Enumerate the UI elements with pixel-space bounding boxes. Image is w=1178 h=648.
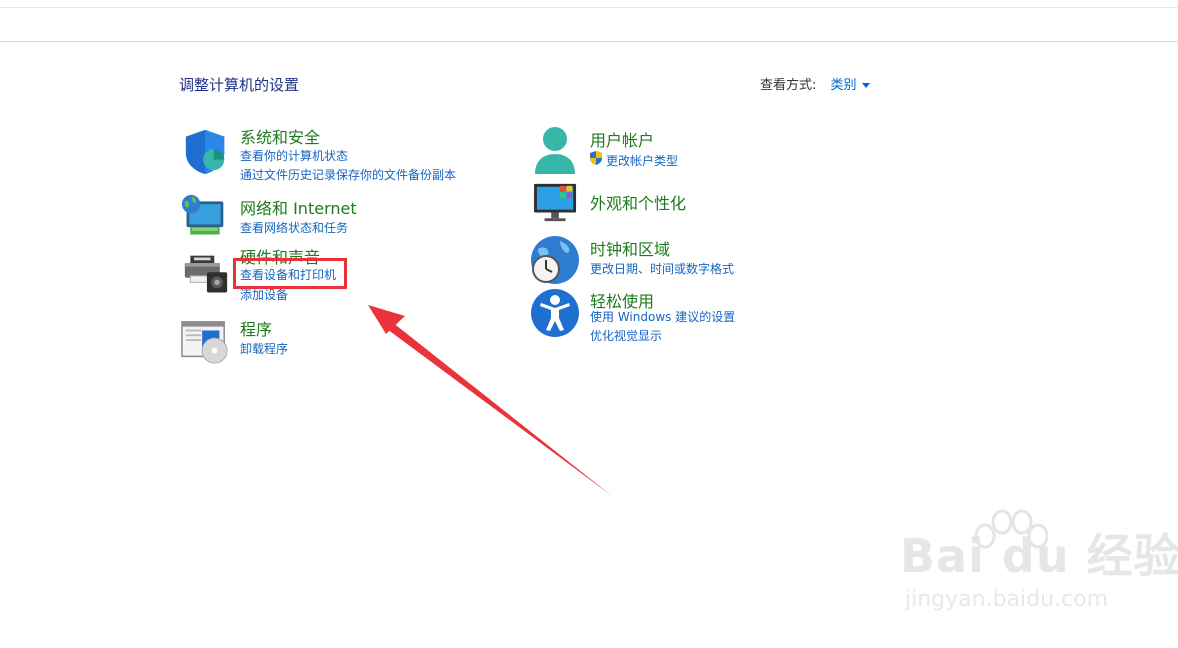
watermark-url: jingyan.baidu.com [905,587,1109,612]
watermark: Bai du 经验 jingyan.baidu.com [900,509,1178,612]
paw-logo-icon [974,509,1049,549]
